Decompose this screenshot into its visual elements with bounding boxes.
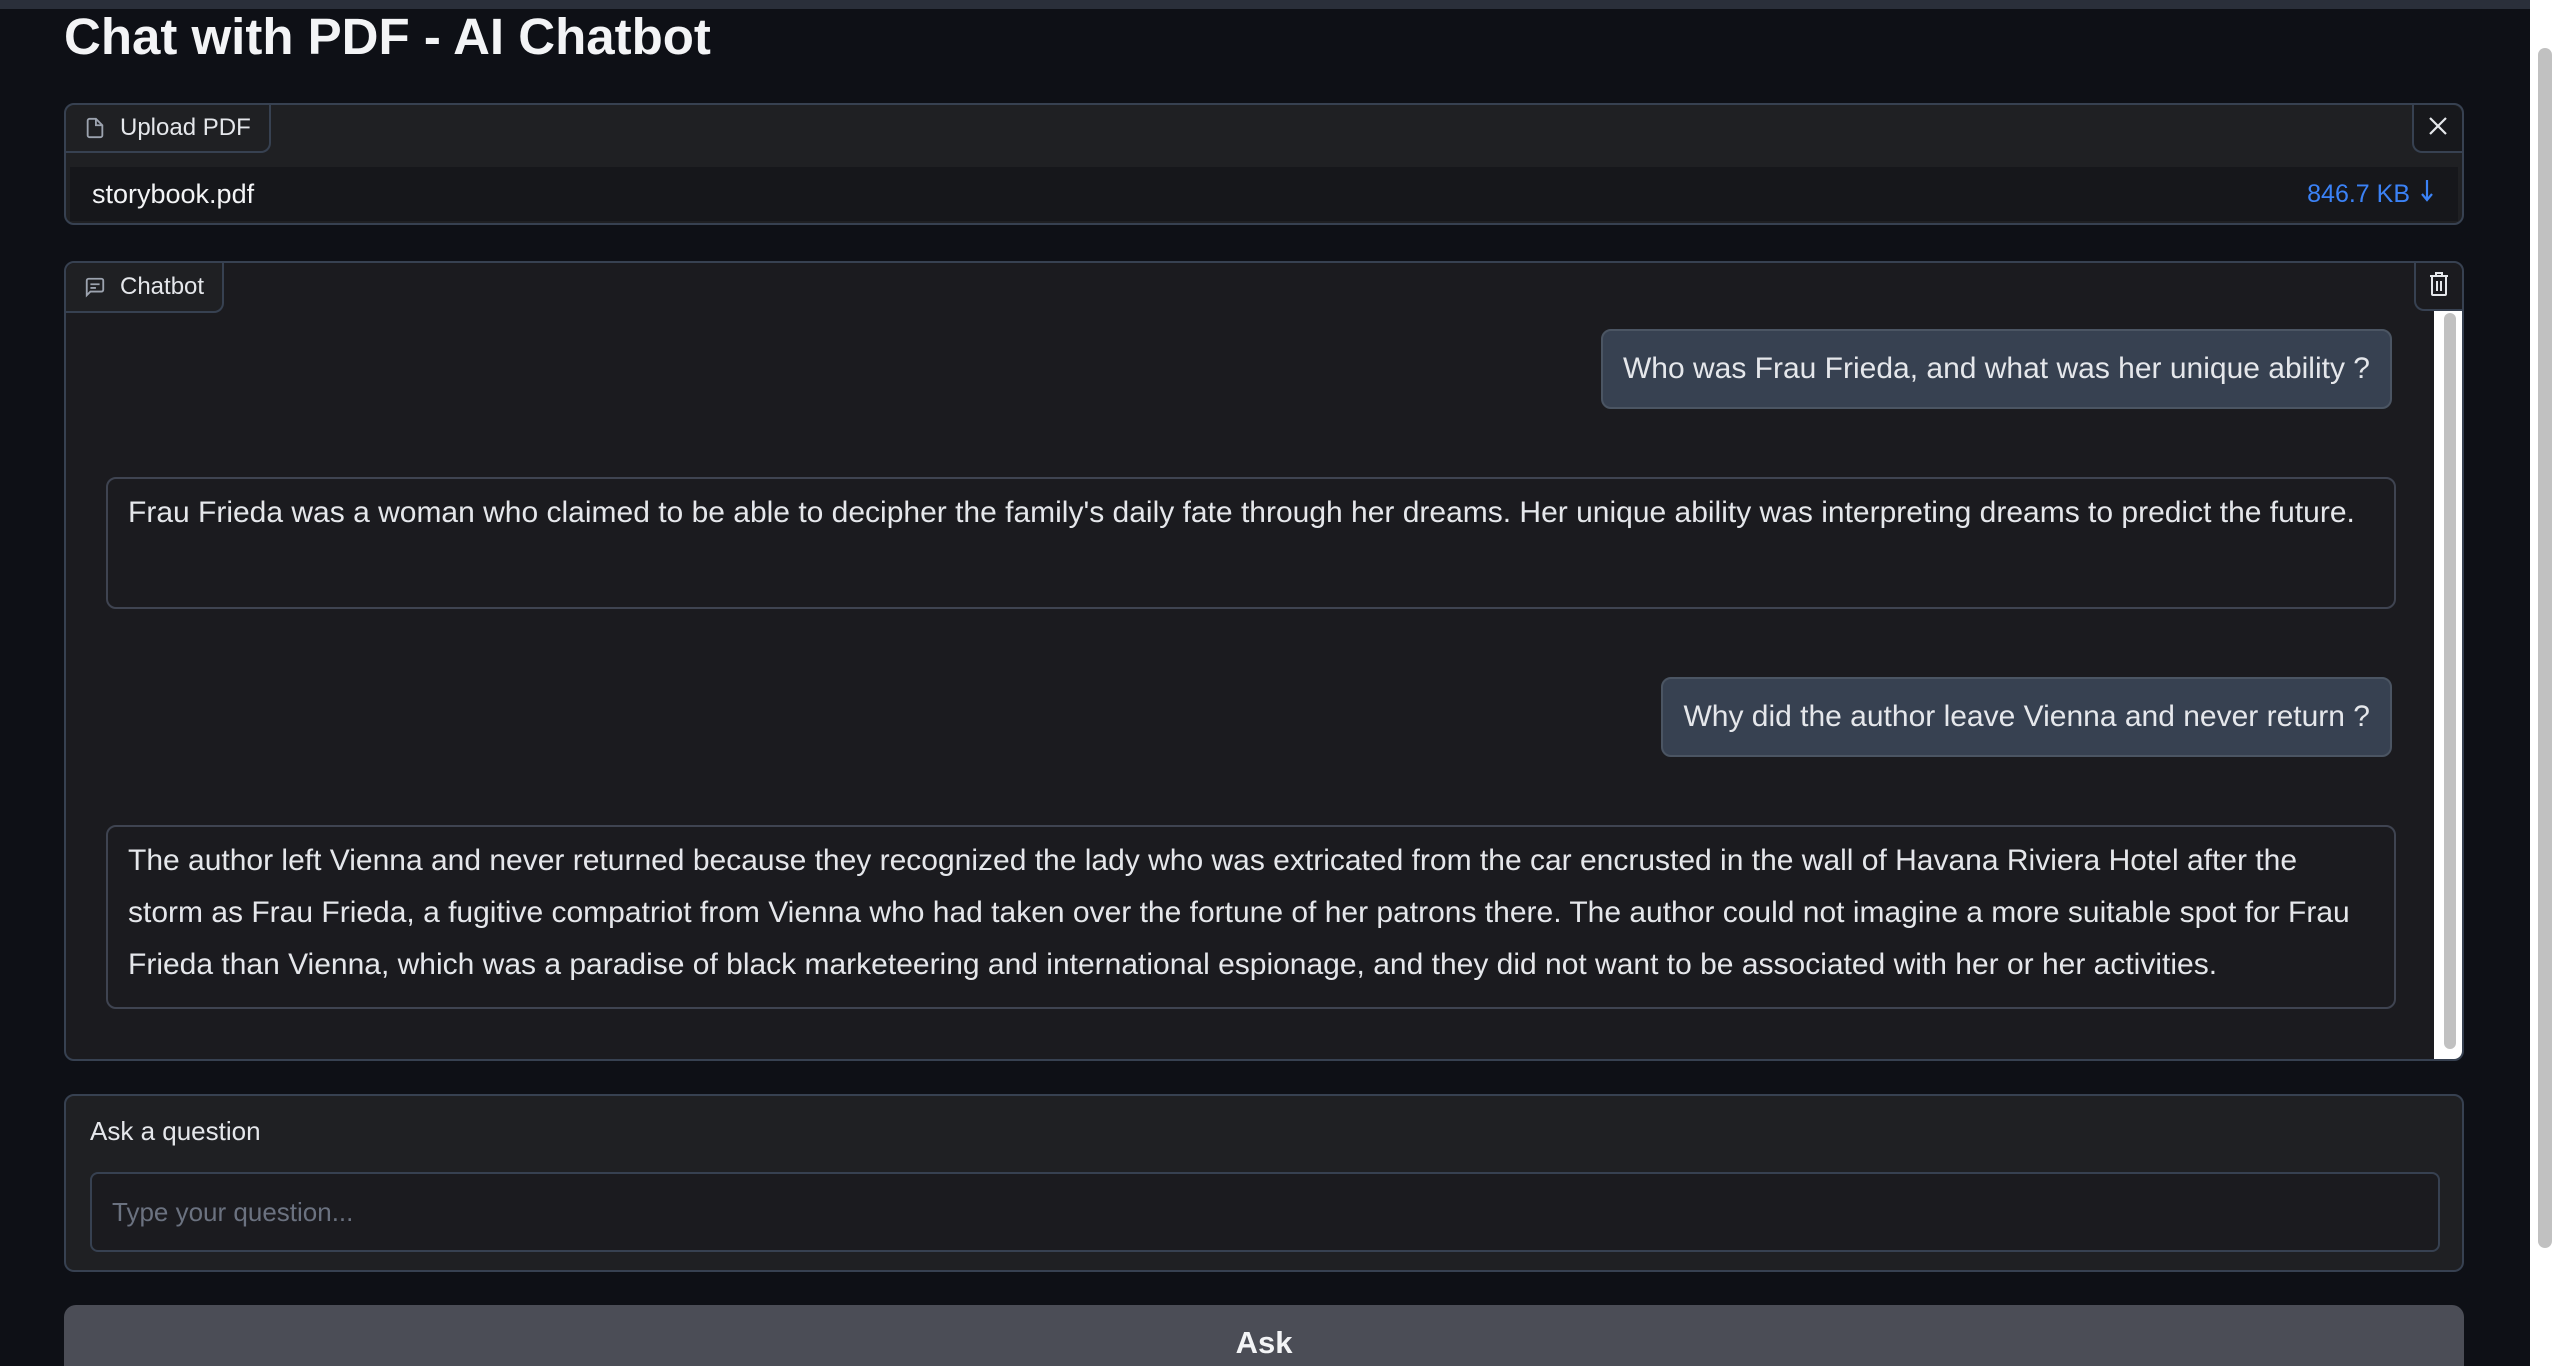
user-message-text: Who was Frau Frieda, and what was her un… (1622, 352, 2370, 385)
chatbot-label: Chatbot (66, 263, 225, 313)
question-input[interactable] (90, 1172, 2440, 1252)
bot-message: The author left Vienna and never returne… (106, 825, 2396, 1009)
file-icon (84, 117, 106, 139)
trash-icon (2428, 271, 2450, 302)
user-message: Who was Frau Frieda, and what was her un… (1600, 329, 2392, 409)
chat-icon (84, 276, 106, 298)
page-scrollbar[interactable] (2530, 0, 2560, 1366)
bot-message-text: Frau Frieda was a woman who claimed to b… (128, 496, 2355, 529)
page-scrollbar-thumb[interactable] (2538, 48, 2552, 1248)
upload-pdf-label-text: Upload PDF (120, 114, 251, 141)
uploaded-file-row: storybook.pdf 846.7 KB (70, 167, 2458, 221)
app-page: Chat with PDF - AI Chatbot Upload PDF st… (0, 0, 2560, 1366)
file-download-link[interactable]: 846.7 KB (2307, 178, 2434, 211)
file-name: storybook.pdf (92, 178, 255, 209)
chatbot-panel: Chatbot Who was Frau Frieda, and what wa… (64, 261, 2464, 1061)
chat-scrollbar-thumb[interactable] (2444, 313, 2456, 1049)
bot-message-text: The author left Vienna and never returne… (128, 844, 2350, 981)
chat-scrollbar[interactable] (2434, 307, 2462, 1059)
user-message-text: Why did the author leave Vienna and neve… (1683, 700, 2370, 733)
question-panel: Ask a question (64, 1094, 2464, 1272)
clear-chat-button[interactable] (2414, 263, 2462, 311)
user-message: Why did the author leave Vienna and neve… (1661, 677, 2392, 757)
download-icon (2420, 178, 2434, 211)
upload-pdf-label: Upload PDF (66, 105, 271, 153)
close-icon (2426, 114, 2450, 143)
upload-pdf-panel: Upload PDF storybook.pdf 846.7 KB (64, 103, 2464, 225)
question-label: Ask a question (90, 1116, 261, 1146)
file-size: 846.7 KB (2307, 179, 2410, 208)
chatbot-label-text: Chatbot (120, 273, 205, 300)
clear-file-button[interactable] (2412, 105, 2462, 153)
bot-message: Frau Frieda was a woman who claimed to b… (106, 477, 2396, 609)
page-title: Chat with PDF - AI Chatbot (64, 8, 711, 65)
ask-button[interactable]: Ask (64, 1305, 2464, 1366)
